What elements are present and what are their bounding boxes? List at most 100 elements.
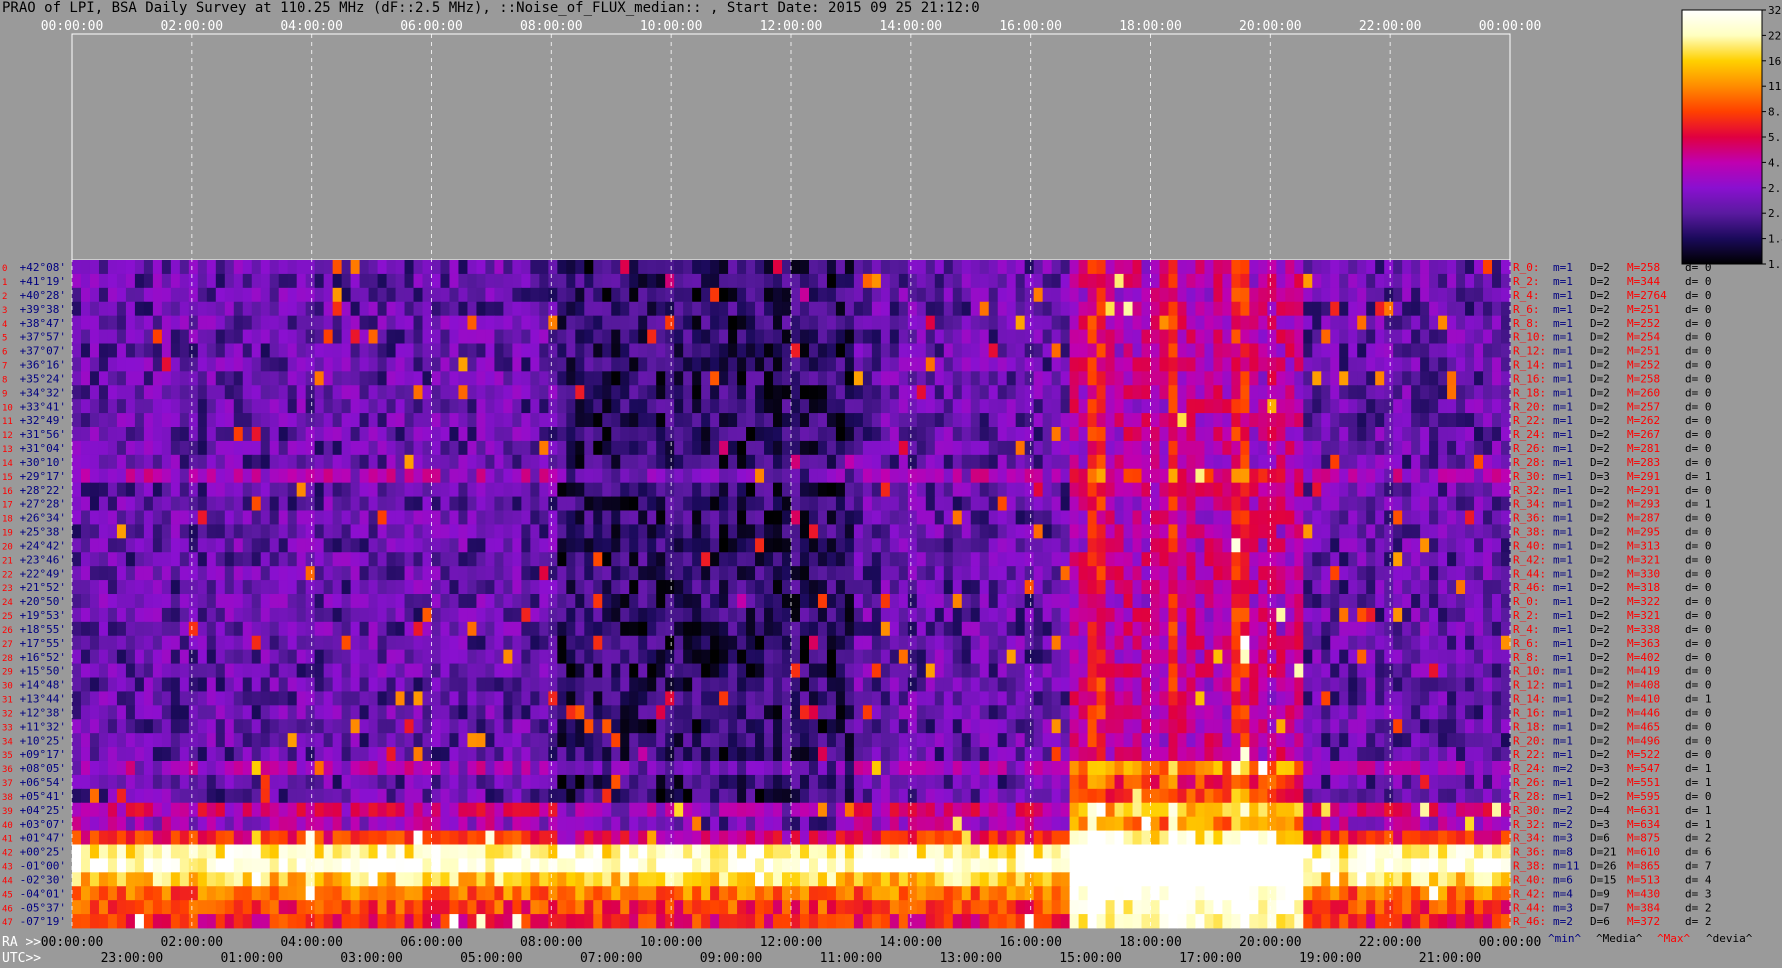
heatmap-cell (1141, 524, 1152, 539)
heatmap-cell (961, 371, 972, 386)
heatmap-cell (782, 329, 792, 344)
heatmap-cell (422, 301, 433, 317)
heatmap-cell (961, 385, 972, 400)
heatmap-cell (1465, 329, 1475, 344)
heatmap-cell (1366, 454, 1376, 470)
heatmap-cell (952, 427, 963, 442)
heatmap-cell (1033, 440, 1044, 456)
heatmap-cell (1069, 413, 1080, 428)
heatmap-cell (943, 496, 954, 511)
heatmap-cell (413, 594, 424, 609)
heatmap-cell (889, 468, 900, 484)
heatmap-cell (72, 329, 82, 344)
heatmap-cell (287, 468, 298, 484)
heatmap-cell (1114, 357, 1125, 372)
heatmap-cell (665, 343, 675, 358)
heatmap-cell (197, 287, 208, 303)
heatmap-cell (296, 301, 307, 317)
heatmap-cell (179, 315, 190, 330)
heatmap-cell (197, 468, 208, 484)
heatmap-cell (1123, 482, 1134, 497)
heatmap-cell (476, 301, 487, 317)
heatmap-cell (1447, 594, 1457, 609)
heatmap-cell (746, 301, 756, 317)
heatmap-cell (1096, 287, 1107, 303)
heatmap-cell (1051, 677, 1062, 692)
heatmap-cell (1123, 635, 1134, 651)
heatmap-cell (449, 329, 460, 344)
heatmap-cell (575, 357, 585, 372)
heatmap-cell (125, 357, 136, 372)
heatmap-cell (916, 594, 927, 609)
heatmap-cell (1159, 371, 1170, 386)
heatmap-cell (1357, 454, 1367, 470)
heatmap-cell (647, 385, 657, 400)
heatmap-cell (1357, 663, 1367, 678)
heatmap-cell (224, 580, 235, 595)
heatmap-cell (1429, 594, 1439, 609)
heatmap-cell (368, 635, 379, 651)
heatmap-cell (485, 427, 496, 442)
heatmap-cell (871, 538, 882, 553)
heatmap-cell (485, 677, 496, 692)
heatmap-cell (323, 580, 334, 595)
heatmap-cell (898, 260, 909, 275)
heatmap-cell (1150, 524, 1161, 539)
heatmap-cell (880, 663, 891, 678)
heatmap-cell (1240, 552, 1250, 567)
heatmap-cell (1402, 566, 1412, 581)
heatmap-cell (152, 496, 163, 511)
heatmap-cell (692, 468, 702, 484)
heatmap-cell (395, 607, 406, 623)
heatmap-cell (584, 580, 594, 595)
heatmap-cell (970, 510, 981, 525)
heatmap-cell (422, 399, 433, 414)
heatmap-cell (638, 496, 648, 511)
heatmap-cell (1123, 440, 1134, 456)
heatmap-cell (134, 580, 145, 595)
heatmap-cell (988, 399, 999, 414)
heatmap-cell (467, 621, 478, 637)
heatmap-cell (89, 329, 100, 344)
heatmap-cell (359, 552, 370, 567)
heatmap-cell (1114, 607, 1125, 623)
heatmap-cell (134, 649, 145, 664)
heatmap-cell (197, 649, 208, 664)
heatmap-cell (728, 260, 738, 275)
heatmap-cell (1051, 287, 1062, 303)
heatmap-cell (215, 691, 226, 706)
heatmap-cell (952, 649, 963, 664)
heatmap-cell (107, 371, 118, 386)
heatmap-cell (296, 663, 307, 678)
heatmap-cell (1312, 287, 1322, 303)
heatmap-cell (107, 427, 118, 442)
heatmap-cell (782, 357, 792, 372)
heatmap-cell (764, 440, 774, 456)
heatmap-cell (1366, 371, 1376, 386)
heatmap-cell (1438, 454, 1448, 470)
heatmap-cell (332, 607, 343, 623)
heatmap-cell (395, 329, 406, 344)
heatmap-cell (1330, 635, 1340, 651)
heatmap-cell (575, 301, 585, 317)
heatmap-cell (1105, 524, 1116, 539)
heatmap-cell (314, 329, 325, 344)
heatmap-cell (1159, 454, 1170, 470)
heatmap-cell (1303, 566, 1313, 581)
heatmap-cell (647, 329, 657, 344)
heatmap-cell (1411, 510, 1421, 525)
heatmap-cell (1492, 301, 1502, 317)
heatmap-cell (1366, 649, 1376, 664)
heatmap-cell (1177, 371, 1188, 386)
heatmap-cell (395, 621, 406, 637)
heatmap-cell (80, 663, 91, 678)
heatmap-cell (170, 649, 181, 664)
heatmap-cell (1195, 371, 1206, 386)
heatmap-cell (629, 371, 639, 386)
heatmap-cell (1384, 357, 1394, 372)
heatmap-cell (350, 566, 361, 581)
heatmap-cell (242, 621, 253, 637)
heatmap-cell (134, 329, 145, 344)
heatmap-cell (710, 594, 720, 609)
heatmap-cell (611, 621, 621, 637)
